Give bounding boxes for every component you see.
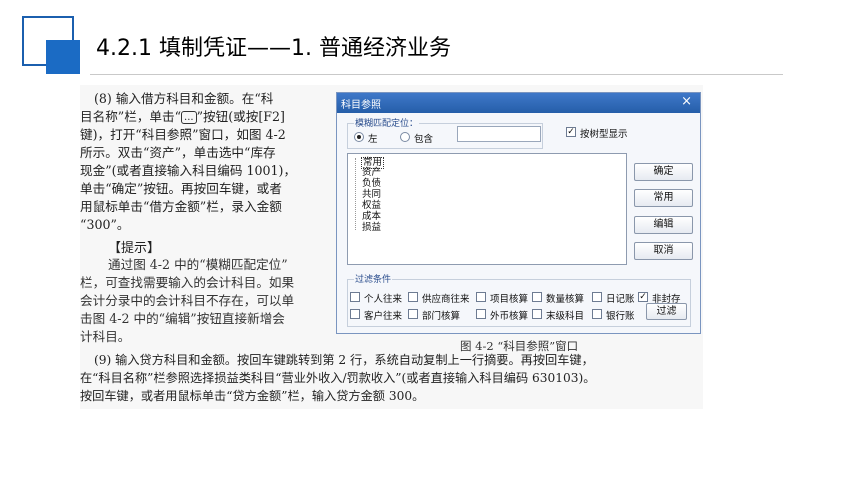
filter-label: 外币核算 [490, 311, 529, 322]
filter-checkbox[interactable] [350, 292, 360, 302]
tree-item-shared[interactable]: 共同 [362, 190, 381, 200]
filter-checkbox[interactable] [532, 292, 542, 302]
para9-line: 按回车键，或者用鼠标单击“贷方金额”栏，输入贷方金额 300。 [80, 389, 425, 403]
hint-line: 计科目。 [80, 329, 131, 344]
title-divider [90, 74, 783, 75]
filter-label: 客户往来 [364, 311, 403, 322]
filter-label: 供应商往来 [422, 294, 470, 305]
close-icon[interactable]: × [681, 95, 692, 109]
para8-line-part: ”按钮(或按[F2] [196, 109, 285, 124]
fuzzy-match-label: 模糊匹配定位： [354, 116, 420, 129]
filter-label: 银行账 [606, 311, 635, 322]
filter-label: 末级科目 [546, 311, 585, 322]
para8-line: “300”。 [80, 217, 130, 232]
filter-button[interactable]: 过滤 [646, 303, 687, 320]
tree-connector [355, 158, 356, 230]
figure-caption: 图 4-2 “科目参照”窗口 [460, 339, 579, 353]
cancel-button[interactable]: 取消 [634, 242, 693, 260]
tree-item-liabilities[interactable]: 负债 [362, 179, 381, 189]
tree-display-label: 按树型显示 [580, 129, 628, 140]
filter-label: 项目核算 [490, 294, 529, 305]
tree-display-checkbox[interactable]: ✓ [566, 127, 576, 137]
ok-button[interactable]: 确定 [634, 163, 693, 181]
filter-checkbox[interactable] [476, 292, 486, 302]
para8-line-part: 目名称”栏，单击“ [80, 109, 182, 124]
tree-item-equity[interactable]: 权益 [362, 201, 381, 211]
ellipsis-button-glyph: ... [181, 111, 197, 124]
para9-line: 在“科目名称”栏参照选择损益类科目“营业外收入/罚款收入”(或者直接输入科目编码… [80, 371, 596, 385]
radio-contains[interactable] [400, 132, 410, 142]
filter-checkbox[interactable] [476, 309, 486, 319]
filter-checkbox[interactable] [350, 309, 360, 319]
filter-checkbox[interactable] [408, 309, 418, 319]
tree-item-assets[interactable]: 资产 [362, 168, 381, 178]
filter-checkbox[interactable]: ✓ [638, 292, 648, 302]
common-button[interactable]: 常用 [634, 189, 693, 207]
hint-heading: 【提示】 [108, 241, 161, 256]
filter-checkbox[interactable] [592, 292, 602, 302]
filter-checkbox[interactable] [532, 309, 542, 319]
radio-left[interactable] [354, 132, 364, 142]
tree-item-cost[interactable]: 成本 [362, 212, 381, 222]
decorative-filled-square [46, 40, 80, 74]
filter-checkbox[interactable] [408, 292, 418, 302]
radio-contains-label: 包含 [414, 134, 434, 145]
filter-conditions-label: 过滤条件 [354, 272, 393, 285]
subject-reference-dialog: 科目参照 × 模糊匹配定位： 左 包含 ✓ 按树型显示 常用 资产 负债 共同 … [336, 92, 701, 334]
para8-line: 现金”(或者直接输入科目编码 1001)， [80, 163, 297, 178]
subject-tree[interactable]: 常用 资产 负债 共同 权益 成本 损益 [347, 153, 627, 265]
edit-button[interactable]: 编辑 [634, 216, 693, 234]
para8-line: 所示。双击“资产”，单击选中“库存 [80, 145, 276, 160]
slide-title: 4.2.1 填制凭证——1. 普通经济业务 [90, 28, 459, 64]
hint-line: 栏，可查找需要输入的会计科目。如果 [80, 275, 295, 290]
para8-line: 目名称”栏，单击“... ”按钮(或按[F2] [80, 108, 285, 126]
filter-label: 日记账 [606, 294, 635, 305]
filter-label: 部门核算 [422, 311, 461, 322]
filter-checkbox[interactable] [592, 309, 602, 319]
fuzzy-match-input[interactable] [457, 126, 541, 142]
para8-line: 键)，打开“科目参照”窗口，如图 4-2 [80, 127, 286, 142]
filter-label: 数量核算 [546, 294, 585, 305]
dialog-title: 科目参照 [341, 100, 381, 111]
para8-line: 单击“确定”按钮。再按回车键，或者 [80, 181, 282, 196]
filter-label: 个人往来 [364, 294, 403, 305]
tree-item-profit-loss[interactable]: 损益 [362, 223, 381, 233]
para8-line: 用鼠标单击“借方金额”栏，录入金额 [80, 199, 282, 214]
hint-line: 会计分录中的会计科目不存在，可以单 [80, 293, 295, 308]
hint-line: 击图 4-2 中的“编辑”按钮直接新增会 [80, 311, 285, 326]
hint-line: 通过图 4-2 中的“模糊匹配定位” [108, 257, 288, 272]
radio-left-label: 左 [368, 134, 378, 145]
para8-line: (8) 输入借方科目和金额。在“科 [94, 91, 274, 106]
dialog-titlebar: 科目参照 × [337, 93, 700, 113]
